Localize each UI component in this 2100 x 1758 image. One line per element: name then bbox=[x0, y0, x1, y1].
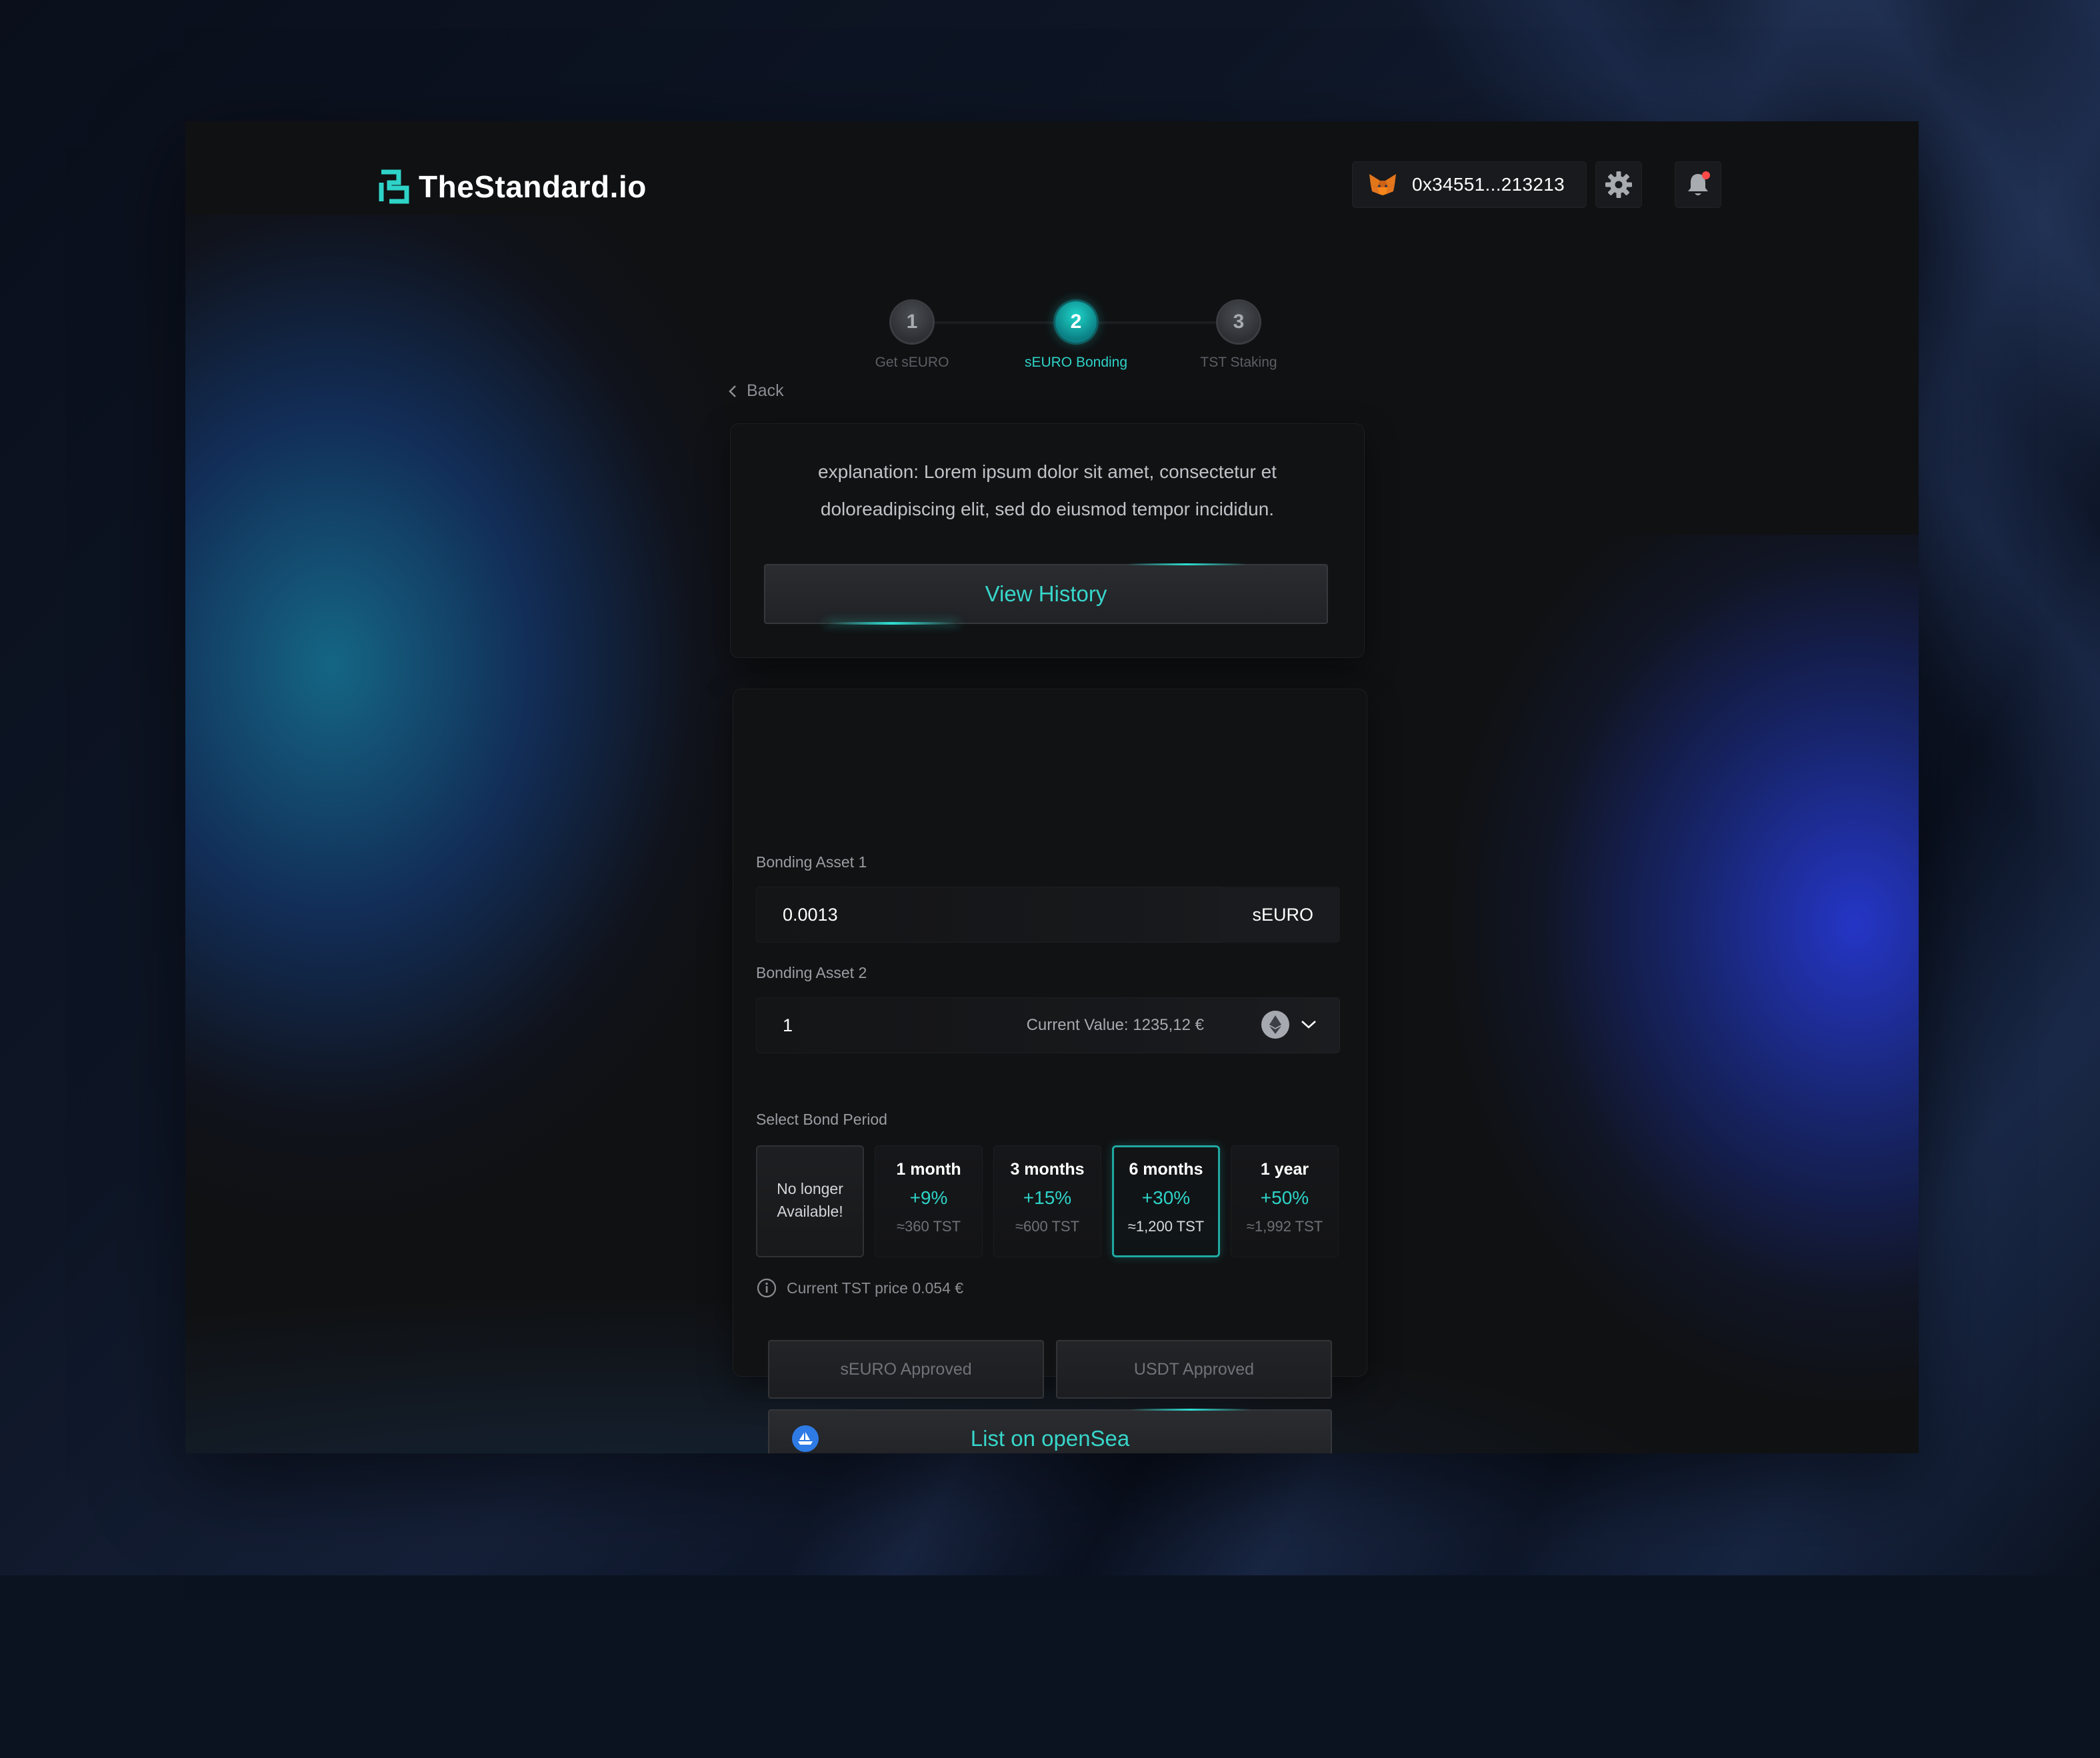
seuro-approved-button[interactable]: sEURO Approved bbox=[768, 1340, 1044, 1399]
bond-period-label: Select Bond Period bbox=[756, 1111, 887, 1128]
explanation-card: explanation: Lorem ipsum dolor sit amet,… bbox=[731, 424, 1364, 657]
period-1-month[interactable]: 1 month +9% ≈360 TST bbox=[875, 1145, 983, 1257]
step-label: sEURO Bonding bbox=[1024, 355, 1128, 370]
notifications-button[interactable] bbox=[1675, 161, 1721, 208]
period-tst: ≈600 TST bbox=[1015, 1218, 1080, 1235]
period-name: 6 months bbox=[1129, 1160, 1203, 1179]
back-label: Back bbox=[747, 381, 784, 400]
list-opensea-button[interactable]: List on openSea bbox=[768, 1409, 1332, 1453]
opensea-icon bbox=[792, 1425, 819, 1452]
period-rate: +15% bbox=[1023, 1187, 1072, 1208]
period-6-months[interactable]: 6 months +30% ≈1,200 TST bbox=[1112, 1145, 1220, 1257]
period-name: 1 month bbox=[896, 1160, 961, 1179]
period-name: 3 months bbox=[1010, 1160, 1085, 1179]
step-number: 2 bbox=[1055, 301, 1097, 343]
ambient-glow-left bbox=[185, 215, 772, 1215]
period-rate: +30% bbox=[1141, 1187, 1191, 1208]
wallet-address: 0x34551...213213 bbox=[1412, 174, 1565, 195]
chevron-down-icon bbox=[1301, 1021, 1316, 1029]
bond-period-options: No longer Available! 1 month +9% ≈360 TS… bbox=[756, 1145, 1343, 1259]
period-tst: ≈1,200 TST bbox=[1127, 1218, 1205, 1235]
step-number: 1 bbox=[891, 301, 933, 343]
bell-icon bbox=[1688, 171, 1710, 195]
unavailable-label: No longer Available! bbox=[777, 1180, 843, 1220]
step-label: Get sEURO bbox=[875, 355, 949, 370]
logo-icon bbox=[379, 169, 409, 204]
current-value: Current Value: 1235,12 € bbox=[1026, 1016, 1204, 1034]
period-3-months[interactable]: 3 months +15% ≈600 TST bbox=[993, 1145, 1101, 1257]
bonding-asset-1-label: Bonding Asset 1 bbox=[756, 853, 867, 871]
wallet-button[interactable]: 0x34551...213213 bbox=[1352, 161, 1587, 208]
gear-icon bbox=[1605, 171, 1632, 198]
period-name: 1 year bbox=[1260, 1160, 1309, 1179]
ethereum-icon bbox=[1261, 1011, 1289, 1039]
step-label: TST Staking bbox=[1200, 355, 1277, 370]
asset-dropdown[interactable] bbox=[1261, 1011, 1317, 1039]
progress-stepper: 1 Get sEURO 2 sEURO Bonding 3 TST Stakin… bbox=[825, 288, 1452, 395]
notification-dot bbox=[1702, 171, 1710, 179]
explanation-text: explanation: Lorem ipsum dolor sit amet,… bbox=[818, 461, 1277, 519]
brand-logo[interactable]: TheStandard.io bbox=[379, 168, 647, 205]
step-get-seuro[interactable]: 1 Get sEURO bbox=[825, 288, 999, 371]
step-tst-staking[interactable]: 3 TST Staking bbox=[1152, 288, 1325, 371]
step-seuro-bonding[interactable]: 2 sEURO Bonding bbox=[989, 288, 1163, 371]
brand-name: TheStandard.io bbox=[419, 169, 647, 204]
tst-price-info: Current TST price 0.054 € bbox=[756, 1277, 963, 1299]
view-history-button[interactable]: View History bbox=[764, 563, 1328, 625]
tst-price-text: Current TST price 0.054 € bbox=[787, 1279, 964, 1297]
period-rate: +50% bbox=[1260, 1187, 1309, 1208]
info-icon bbox=[757, 1278, 777, 1298]
period-tst: ≈360 TST bbox=[896, 1218, 961, 1235]
back-link[interactable]: Back bbox=[727, 381, 784, 401]
bonding-asset-2-input[interactable]: 1 Current Value: 1235,12 € bbox=[756, 997, 1340, 1053]
period-1-year[interactable]: 1 year +50% ≈1,992 TST bbox=[1231, 1145, 1339, 1257]
bonding-card: Bonding Asset 1 0.0013 sEURO Bonding Ass… bbox=[733, 689, 1367, 1453]
metamask-fox-icon bbox=[1369, 174, 1396, 195]
bonding-asset-2-value: 1 bbox=[783, 1015, 793, 1035]
usdt-approved-button[interactable]: USDT Approved bbox=[1056, 1340, 1332, 1399]
settings-button[interactable] bbox=[1595, 161, 1642, 208]
list-opensea-label: List on openSea bbox=[970, 1426, 1130, 1451]
period-rate: +9% bbox=[909, 1187, 948, 1208]
step-number: 3 bbox=[1218, 301, 1259, 343]
app-window: TheStandard.io 0x34551...213213 1 Get sE… bbox=[185, 121, 1919, 1453]
period-tst: ≈1,992 TST bbox=[1246, 1218, 1323, 1235]
bonding-asset-2-label: Bonding Asset 2 bbox=[756, 964, 867, 981]
bonding-asset-1-value: 0.0013 bbox=[783, 905, 838, 925]
period-unavailable: No longer Available! bbox=[756, 1145, 864, 1257]
bonding-asset-1-unit: sEURO bbox=[1252, 905, 1313, 925]
bonding-asset-1-input[interactable]: 0.0013 sEURO bbox=[756, 887, 1340, 943]
chevron-left-icon bbox=[729, 385, 736, 397]
